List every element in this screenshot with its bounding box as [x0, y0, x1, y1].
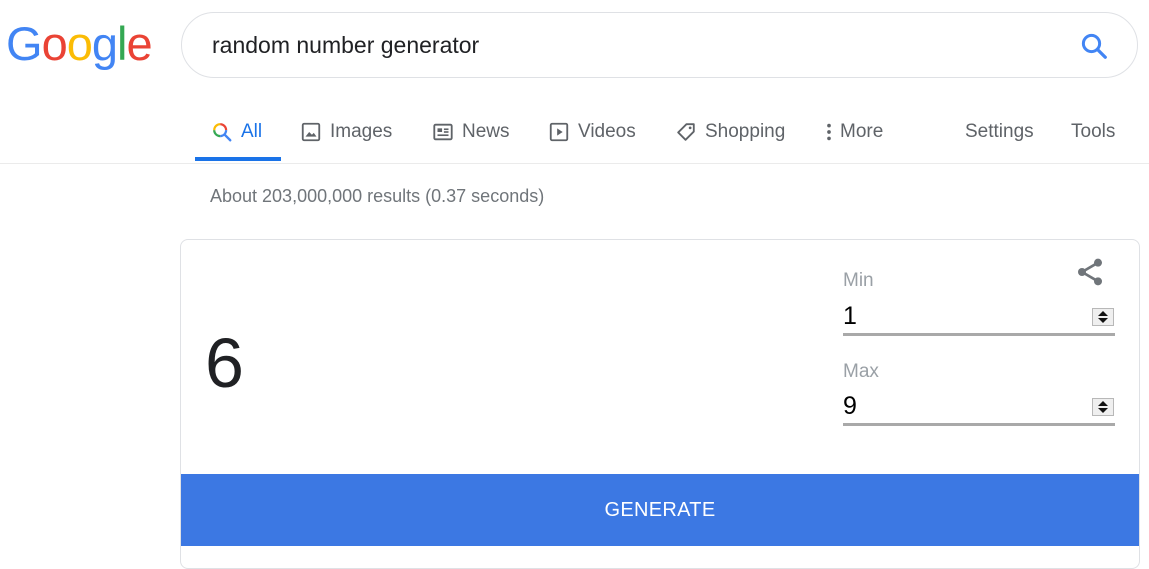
tab-shopping[interactable]: Shopping: [675, 100, 785, 164]
tab-label: Shopping: [705, 121, 786, 142]
tab-label: Videos: [578, 121, 636, 142]
tab-more[interactable]: More: [822, 100, 883, 164]
logo-letter: o: [66, 17, 93, 70]
random-number-generator-card: 6 Min Max GENERATE: [180, 239, 1140, 569]
random-result: 6: [205, 324, 244, 402]
tab-label: Settings: [965, 121, 1034, 142]
google-logo[interactable]: Google: [6, 16, 153, 72]
tab-videos[interactable]: Videos: [548, 100, 636, 164]
news-icon: [433, 123, 453, 141]
min-input[interactable]: [843, 300, 1115, 336]
stepper-down-icon: [1098, 408, 1108, 413]
search-icon: [213, 123, 232, 142]
tab-label: Tools: [1071, 121, 1116, 142]
search-box[interactable]: [181, 12, 1138, 78]
min-label: Min: [843, 270, 874, 291]
logo-letter: g: [91, 17, 118, 70]
tab-label: News: [462, 121, 510, 142]
logo-letter: e: [126, 17, 152, 70]
max-stepper[interactable]: [1092, 398, 1114, 416]
stepper-down-icon: [1098, 318, 1108, 323]
tab-tools[interactable]: Tools: [1071, 100, 1115, 164]
logo-letter: l: [116, 17, 128, 70]
logo-letter: o: [41, 17, 68, 70]
search-tabs: All Images News Videos Shopping More Set…: [0, 100, 1149, 164]
min-stepper[interactable]: [1092, 308, 1114, 326]
tab-news[interactable]: News: [432, 100, 510, 164]
play-icon: [549, 122, 569, 142]
max-label: Max: [843, 361, 879, 382]
share-icon[interactable]: [1074, 255, 1106, 289]
tab-label: All: [241, 121, 263, 142]
tab-label: Images: [330, 121, 393, 142]
max-input[interactable]: [843, 390, 1115, 426]
logo-letter: G: [6, 17, 43, 70]
active-tab-indicator: [195, 157, 281, 161]
generate-button[interactable]: GENERATE: [181, 474, 1139, 546]
more-vertical-icon: [827, 123, 831, 141]
tab-settings[interactable]: Settings: [965, 100, 1034, 164]
image-icon: [301, 122, 321, 142]
stepper-up-icon: [1098, 311, 1108, 316]
tab-label: More: [840, 121, 884, 142]
search-icon[interactable]: [1079, 31, 1109, 61]
stepper-up-icon: [1098, 401, 1108, 406]
tab-images[interactable]: Images: [300, 100, 392, 164]
search-input[interactable]: [212, 25, 1042, 65]
tag-icon: [677, 123, 695, 141]
tab-all[interactable]: All: [211, 100, 262, 164]
result-stats: About 203,000,000 results (0.37 seconds): [210, 186, 545, 206]
